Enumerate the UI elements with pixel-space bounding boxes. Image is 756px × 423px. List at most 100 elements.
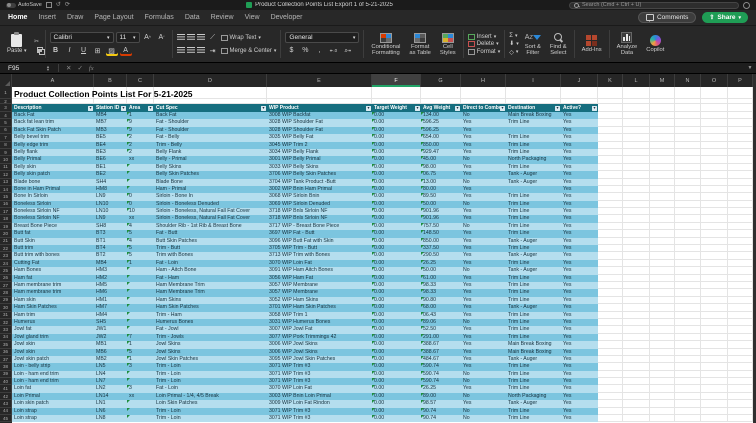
- cell-C22[interactable]: 5: [127, 245, 154, 252]
- cell-B10[interactable]: BE6: [94, 156, 127, 163]
- decrease-decimal-icon[interactable]: .0↠: [341, 45, 353, 56]
- cell-E42[interactable]: 3003 WIP Bnin Loin Primal: [267, 393, 372, 400]
- search-input[interactable]: Search (Cmd + Ctrl + U): [569, 2, 739, 9]
- cell-A13[interactable]: Blade bone: [12, 179, 94, 186]
- account-avatar[interactable]: [743, 2, 750, 9]
- row-header-19[interactable]: 19: [0, 223, 12, 230]
- cell-E35[interactable]: 3006 WIP Jowl Skins: [267, 341, 372, 348]
- cell-J26[interactable]: Yes: [561, 275, 598, 282]
- cell-G45[interactable]: 90.74: [421, 415, 461, 422]
- cell-L27[interactable]: [623, 282, 650, 289]
- cell-M45[interactable]: [650, 415, 675, 422]
- cell-N33[interactable]: [675, 326, 701, 333]
- cell-E11[interactable]: 3033 WIP Belly Skins: [267, 164, 372, 171]
- cell-D38[interactable]: Trim - Loin: [154, 363, 267, 370]
- cell-E15[interactable]: 3068 WIP Sirloin Bnin: [267, 193, 372, 200]
- cell-M15[interactable]: [650, 193, 675, 200]
- cell-I39[interactable]: Trim Line: [506, 371, 561, 378]
- cell-C20[interactable]: 5: [127, 230, 154, 237]
- cell-B42[interactable]: LN14: [94, 393, 127, 400]
- cell-F43[interactable]: 0.00: [372, 400, 421, 407]
- cell-H33[interactable]: Yes: [461, 326, 506, 333]
- cell-E18[interactable]: 3718 WIP Bnls Sirloin NF: [267, 215, 372, 222]
- comma-button[interactable]: ,: [313, 45, 325, 56]
- cell-N26[interactable]: [675, 275, 701, 282]
- row-header-11[interactable]: 11: [0, 164, 12, 171]
- cell-O35[interactable]: [701, 341, 728, 348]
- cell-C5[interactable]: 9: [127, 119, 154, 126]
- cell-E26[interactable]: 3056 WIP Ham Fat: [267, 275, 372, 282]
- ribbon-tab-insert[interactable]: Insert: [38, 14, 56, 21]
- cell-L37[interactable]: [623, 356, 650, 363]
- cell-A22[interactable]: Butt trim: [12, 245, 94, 252]
- name-box[interactable]: F95: [0, 63, 46, 73]
- underline-button[interactable]: U: [78, 45, 90, 56]
- cell-B23[interactable]: BT2: [94, 252, 127, 259]
- cell-O28[interactable]: [701, 289, 728, 296]
- cell-P43[interactable]: [728, 400, 753, 407]
- cancel-icon[interactable]: ✕: [66, 64, 71, 72]
- cell-J10[interactable]: Yes: [561, 156, 598, 163]
- cell-A11[interactable]: Belly skin: [12, 164, 94, 171]
- cell-J41[interactable]: Yes: [561, 385, 598, 392]
- cell-K14[interactable]: [598, 186, 623, 193]
- cell-L28[interactable]: [623, 289, 650, 296]
- cell-F40[interactable]: 0.00: [372, 378, 421, 385]
- cell-O42[interactable]: [701, 393, 728, 400]
- cell-H24[interactable]: Yes: [461, 260, 506, 267]
- cell-D20[interactable]: Fat - Butt: [154, 230, 267, 237]
- cell-M13[interactable]: [650, 179, 675, 186]
- cell-G41[interactable]: 26.25: [421, 385, 461, 392]
- cell-N28[interactable]: [675, 289, 701, 296]
- cell-I38[interactable]: Trim Line: [506, 363, 561, 370]
- ribbon-tab-draw[interactable]: Draw: [67, 14, 83, 21]
- row-header-14[interactable]: 14: [0, 186, 12, 193]
- cell-N4[interactable]: [675, 112, 701, 119]
- cell-F31[interactable]: 0.00: [372, 312, 421, 319]
- cell-G17[interactable]: 901.96: [421, 208, 461, 215]
- cell-D7[interactable]: Fat - Belly: [154, 134, 267, 141]
- cell-H41[interactable]: Yes: [461, 385, 506, 392]
- cell-N30[interactable]: [675, 304, 701, 311]
- cell-B12[interactable]: BE2: [94, 171, 127, 178]
- cell-D8[interactable]: Trim - Belly: [154, 142, 267, 149]
- cell-C38[interactable]: 3: [127, 363, 154, 370]
- cell-E6[interactable]: 3028 WIP Shoulder Fat: [267, 127, 372, 134]
- cell-G14[interactable]: 80.00: [421, 186, 461, 193]
- cell-D32[interactable]: Humerus Bones: [154, 319, 267, 326]
- cell-N25[interactable]: [675, 267, 701, 274]
- cell-J31[interactable]: Yes: [561, 312, 598, 319]
- cell-A40[interactable]: Loin - ham end trim: [12, 378, 94, 385]
- cell-K23[interactable]: [598, 252, 623, 259]
- cell-P26[interactable]: [728, 275, 753, 282]
- cut-icon[interactable]: ✂: [33, 39, 41, 45]
- cell-L5[interactable]: [623, 119, 650, 126]
- cell-D4[interactable]: Back Fat: [154, 112, 267, 119]
- cell-L41[interactable]: [623, 385, 650, 392]
- cell-L36[interactable]: [623, 349, 650, 356]
- cell-F27[interactable]: 0.00: [372, 282, 421, 289]
- cell-G9[interactable]: 929.47: [421, 149, 461, 156]
- row-header-9[interactable]: 9: [0, 149, 12, 156]
- cell-L43[interactable]: [623, 400, 650, 407]
- cell-I27[interactable]: Trim Line: [506, 282, 561, 289]
- cell-I43[interactable]: Tank - Auger: [506, 400, 561, 407]
- cell-I45[interactable]: Trim Line: [506, 415, 561, 422]
- cell-G19[interactable]: 757.50: [421, 223, 461, 230]
- cell-A37[interactable]: Jowl skin patch: [12, 356, 94, 363]
- cell-B20[interactable]: BT3: [94, 230, 127, 237]
- cell-J23[interactable]: Yes: [561, 252, 598, 259]
- cell-J39[interactable]: Yes: [561, 371, 598, 378]
- cell-C6[interactable]: 9: [127, 127, 154, 134]
- cell-I9[interactable]: Trim Line: [506, 149, 561, 156]
- cell-J22[interactable]: Yes: [561, 245, 598, 252]
- cell-A43[interactable]: Loin skin patch: [12, 400, 94, 407]
- cell-I29[interactable]: Trim Line: [506, 297, 561, 304]
- cell-J42[interactable]: Yes: [561, 393, 598, 400]
- cell-A33[interactable]: Jowl fat: [12, 326, 94, 333]
- cell-L12[interactable]: [623, 171, 650, 178]
- row-header-7[interactable]: 7: [0, 134, 12, 141]
- cell-O1[interactable]: [701, 87, 728, 99]
- cell-G37[interactable]: 484.67: [421, 356, 461, 363]
- cell-J15[interactable]: Yes: [561, 193, 598, 200]
